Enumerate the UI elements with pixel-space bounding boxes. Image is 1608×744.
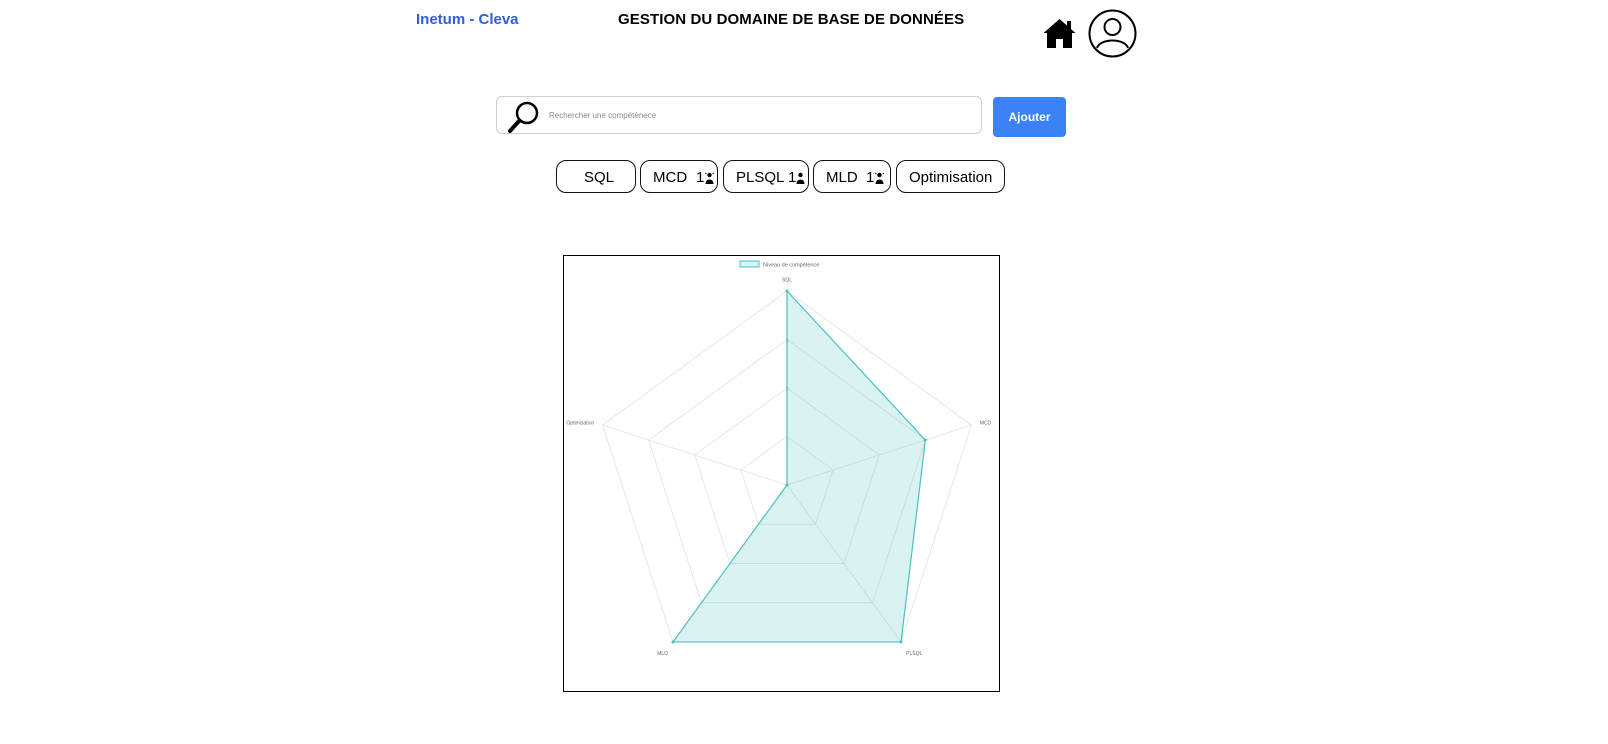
- legend-swatch: [739, 260, 760, 268]
- user-icon: [705, 172, 714, 184]
- chip-label: Optimisation: [909, 169, 993, 186]
- chip-sql[interactable]: SQL: [556, 160, 636, 193]
- chip-plsql[interactable]: PLSQL 1: [723, 160, 809, 193]
- chip-label: PLSQL: [736, 169, 785, 186]
- profile-button[interactable]: [1088, 9, 1137, 58]
- radar-chart: 123SQLMCDPLSQLMLDOptimisationNiveau de c…: [563, 255, 1000, 692]
- axis-label-plsql: PLSQL: [906, 651, 922, 657]
- chip-mld[interactable]: MLD 1: [813, 160, 891, 193]
- user-icon: [796, 172, 805, 184]
- home-icon: [1043, 19, 1076, 48]
- series-area: [671, 289, 927, 643]
- radar-chart-svg: 123SQLMCDPLSQLMLDOptimisationNiveau de c…: [566, 260, 992, 657]
- data-point: [785, 483, 789, 487]
- add-button[interactable]: Ajouter: [993, 97, 1066, 137]
- brand-name: Inetum - Cleva: [416, 11, 519, 28]
- user-icon: [875, 172, 884, 184]
- data-point: [899, 640, 903, 644]
- home-button[interactable]: [1042, 17, 1077, 50]
- chip-mcd[interactable]: MCD 1: [640, 160, 718, 193]
- user-circle-icon: [1088, 9, 1137, 58]
- chip-optimisation[interactable]: Optimisation: [896, 160, 1005, 193]
- axis-label-mld: MLD: [657, 651, 668, 657]
- data-point: [671, 640, 675, 644]
- axis-label-optimisation: Optimisation: [566, 420, 594, 426]
- chip-label: MCD: [653, 169, 688, 186]
- grid-spoke: [602, 424, 788, 486]
- chip-count: 1: [696, 169, 705, 186]
- search-input[interactable]: [549, 97, 969, 133]
- axis-label-sql: SQL: [782, 277, 792, 283]
- data-point: [785, 289, 789, 293]
- legend-label: Niveau de compétence: [763, 263, 819, 269]
- chip-count: 1: [866, 169, 875, 186]
- data-point: [923, 438, 927, 442]
- page-title: GESTION DU DOMAINE DE BASE DE DONNÉES: [618, 11, 965, 28]
- axis-label-mcd: MCD: [980, 420, 992, 426]
- search-icon: [508, 101, 539, 133]
- chip-label: SQL: [584, 169, 615, 186]
- search-bar: [496, 96, 982, 134]
- chip-label: MLD: [826, 169, 858, 186]
